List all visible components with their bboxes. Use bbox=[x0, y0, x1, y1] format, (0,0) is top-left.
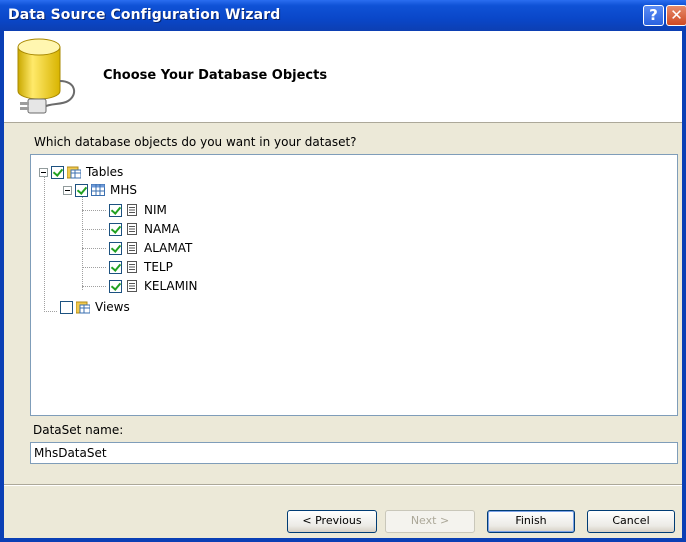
wizard-header: Choose Your Database Objects bbox=[4, 31, 682, 123]
dataset-name-input[interactable] bbox=[30, 442, 678, 464]
column-icon bbox=[127, 204, 137, 216]
cancel-button[interactable]: Cancel bbox=[587, 510, 675, 533]
prompt-label: Which database objects do you want in yo… bbox=[34, 135, 357, 149]
tree-line bbox=[82, 248, 106, 249]
finish-button[interactable]: Finish bbox=[487, 510, 575, 533]
tree-node-tables[interactable]: Tables bbox=[39, 164, 123, 180]
tree-node-views[interactable]: Views bbox=[60, 299, 130, 315]
views-label: Views bbox=[95, 300, 130, 314]
column-checkbox[interactable] bbox=[109, 279, 122, 293]
views-folder-icon bbox=[76, 301, 90, 314]
next-button[interactable]: Next > bbox=[385, 510, 475, 533]
tree-node-mhs[interactable]: MHS bbox=[63, 182, 137, 198]
column-label: ALAMAT bbox=[144, 241, 193, 255]
column-checkbox[interactable] bbox=[109, 222, 122, 236]
column-icon bbox=[127, 280, 137, 292]
tree-node-column[interactable]: NIM bbox=[109, 202, 167, 218]
tree-node-column[interactable]: TELP bbox=[109, 259, 173, 275]
tables-folder-icon bbox=[67, 166, 81, 179]
tree-line bbox=[82, 286, 106, 287]
tables-label: Tables bbox=[86, 165, 124, 179]
dataset-name-label: DataSet name: bbox=[33, 423, 124, 437]
close-button[interactable]: ✕ bbox=[666, 5, 686, 26]
column-icon bbox=[127, 223, 137, 235]
help-button[interactable]: ? bbox=[643, 5, 664, 26]
database-objects-tree[interactable]: Tables MHS NIM NAMA ALAMAT TELP KELAMIN … bbox=[30, 154, 678, 416]
tree-line bbox=[82, 210, 106, 211]
mhs-label: MHS bbox=[110, 183, 137, 197]
tree-line bbox=[44, 311, 57, 312]
page-heading: Choose Your Database Objects bbox=[103, 68, 328, 83]
window-title: Data Source Configuration Wizard bbox=[8, 7, 281, 23]
tree-node-column[interactable]: ALAMAT bbox=[109, 240, 192, 256]
tree-line bbox=[82, 229, 106, 230]
column-icon bbox=[127, 242, 137, 254]
column-icon bbox=[127, 261, 137, 273]
mhs-checkbox[interactable] bbox=[75, 183, 88, 197]
tables-checkbox[interactable] bbox=[51, 165, 64, 179]
column-checkbox[interactable] bbox=[109, 241, 122, 255]
column-checkbox[interactable] bbox=[109, 260, 122, 274]
tree-node-column[interactable]: NAMA bbox=[109, 221, 180, 237]
title-bar[interactable]: Data Source Configuration Wizard ? ✕ bbox=[0, 0, 686, 31]
tree-node-column[interactable]: KELAMIN bbox=[109, 278, 198, 294]
column-label: NAMA bbox=[144, 222, 180, 236]
collapse-toggle-icon[interactable] bbox=[39, 167, 48, 177]
views-checkbox[interactable] bbox=[60, 300, 73, 314]
tree-line bbox=[82, 267, 106, 268]
column-label: NIM bbox=[144, 203, 167, 217]
previous-button[interactable]: < Previous bbox=[287, 510, 377, 533]
footer-separator bbox=[4, 484, 682, 486]
column-checkbox[interactable] bbox=[109, 203, 122, 217]
tree-line bbox=[44, 176, 45, 312]
collapse-toggle-icon[interactable] bbox=[63, 185, 72, 195]
column-label: TELP bbox=[144, 260, 173, 274]
table-icon bbox=[91, 184, 105, 196]
tree-line bbox=[82, 194, 83, 290]
wizard-window: Data Source Configuration Wizard ? ✕ Cho… bbox=[0, 0, 686, 542]
column-label: KELAMIN bbox=[144, 279, 198, 293]
database-plug-icon bbox=[17, 38, 76, 114]
